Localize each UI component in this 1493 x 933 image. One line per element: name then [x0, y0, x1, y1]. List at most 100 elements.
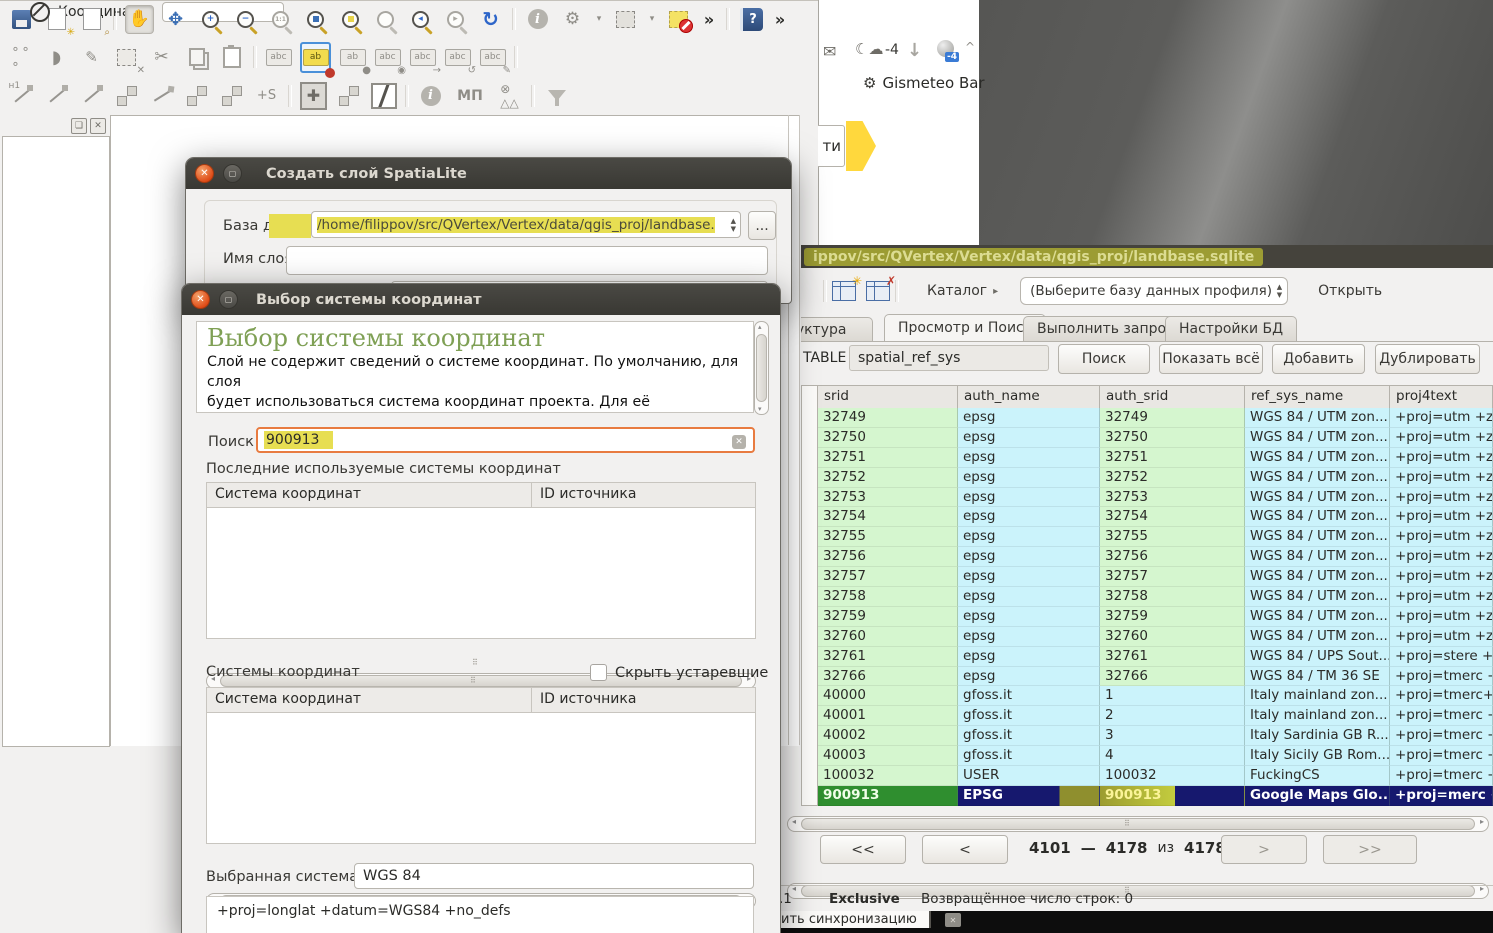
- configure-tools-icon[interactable]: ✎: [78, 44, 105, 71]
- pan-to-selection-icon[interactable]: ✥: [162, 6, 189, 33]
- search-go-button[interactable]: ти: [815, 125, 845, 167]
- table-row[interactable]: 32757 epsg 32757 WGS 84 / UTM zon... +pr…: [818, 567, 1493, 587]
- create-dialog-titlebar[interactable]: ✕ ▢ Создать слой SpatiaLite: [186, 158, 791, 189]
- toolbar-overflow-button[interactable]: »: [773, 6, 787, 33]
- show-hide-labels-icon[interactable]: abc◉: [374, 44, 401, 71]
- table-row[interactable]: 40003 gfoss.it 4 Italy Sicily GB Rom... …: [818, 746, 1493, 766]
- snapping-options-icon[interactable]: ∘∘∘: [8, 44, 35, 71]
- table-row[interactable]: 32756 epsg 32756 WGS 84 / UTM zon... +pr…: [818, 547, 1493, 567]
- crs-table[interactable]: Система координат ID источника: [206, 687, 756, 844]
- layers-panel[interactable]: [2, 136, 110, 747]
- grid-hscrollbar[interactable]: ⠿: [787, 816, 1489, 832]
- copy-features-icon[interactable]: [183, 44, 210, 71]
- dock-close-icon[interactable]: ✕: [90, 118, 106, 134]
- table-row[interactable]: 32753 epsg 32753 WGS 84 / UTM zon... +pr…: [818, 488, 1493, 508]
- zoom-last-icon[interactable]: ◂: [407, 6, 434, 33]
- dock-float-icon[interactable]: ❏: [71, 118, 87, 134]
- collapse-chevron[interactable]: ^: [965, 40, 975, 54]
- maximize-icon[interactable]: ▢: [223, 164, 242, 183]
- download-arrow-icon[interactable]: ↓: [907, 40, 922, 61]
- table-row[interactable]: 32755 epsg 32755 WGS 84 / UTM zon... +pr…: [818, 527, 1493, 547]
- hide-deprecated-control[interactable]: Скрыть устаревшие: [590, 664, 768, 681]
- catalog-menu-button[interactable]: Каталог ▸: [917, 279, 1008, 303]
- zoom-native-icon[interactable]: 1:1: [267, 6, 294, 33]
- tab-db-settings[interactable]: Настройки БД: [1165, 316, 1297, 341]
- next-page-button[interactable]: >: [1221, 835, 1307, 864]
- table-row[interactable]: 32754 epsg 32754 WGS 84 / UTM zon... +pr…: [818, 507, 1493, 527]
- table-row[interactable]: 900913 EPSG 900913 Google Maps Glo... +p…: [818, 786, 1493, 806]
- tab-structure[interactable]: Структура: [801, 317, 873, 341]
- zoom-next-icon[interactable]: ▸: [442, 6, 469, 33]
- first-page-button[interactable]: <<: [820, 835, 906, 864]
- recent-crs-table[interactable]: Система координат ID источника: [206, 482, 756, 639]
- filter-icon[interactable]: [543, 82, 570, 109]
- sqliteman-titlebar[interactable]: ippov/src/QVertex/Vertex/data/qgis_proj/…: [801, 245, 1493, 268]
- change-label-icon[interactable]: abc✎: [479, 44, 506, 71]
- close-icon[interactable]: ✕: [195, 164, 214, 183]
- tab-browse-search[interactable]: Просмотр и Поиск: [884, 314, 1046, 341]
- rotate-label-icon[interactable]: abc↺: [444, 44, 471, 71]
- table-row[interactable]: 32766 epsg 32766 WGS 84 / TM 36 SE +proj…: [818, 667, 1493, 687]
- column-header[interactable]: auth_srid: [1100, 386, 1245, 409]
- column-header[interactable]: proj4text: [1390, 386, 1493, 409]
- table-row[interactable]: 32750 epsg 32750 WGS 84 / UTM zon... +pr…: [818, 428, 1493, 448]
- select-features-icon[interactable]: [612, 6, 639, 33]
- checkbox-icon[interactable]: [590, 664, 607, 681]
- topology-checker-icon[interactable]: ⊗△△: [496, 82, 523, 109]
- splitter-grip[interactable]: ⠿: [472, 658, 479, 667]
- table-row[interactable]: 40000 gfoss.it 1 Italy mainland zon... +…: [818, 686, 1493, 706]
- column-header[interactable]: auth_name: [958, 386, 1100, 409]
- run-feature-action-icon[interactable]: ⚙: [559, 6, 586, 33]
- action-dropdown-arrow[interactable]: ▾: [594, 6, 604, 33]
- column-header[interactable]: Система координат: [207, 688, 532, 712]
- browse-button[interactable]: ...: [748, 211, 776, 240]
- mail-icon[interactable]: ✉: [823, 42, 836, 61]
- paste-features-icon[interactable]: [218, 44, 245, 71]
- column-header[interactable]: ID источника: [532, 483, 754, 507]
- sync-button-fragment[interactable]: ить синхронизацию: [779, 911, 931, 928]
- table-row[interactable]: 40002 gfoss.it 3 Italy Sardinia GB R... …: [818, 726, 1493, 746]
- column-header[interactable]: ID источника: [532, 688, 754, 712]
- split-features-icon[interactable]: [43, 82, 70, 109]
- table-row[interactable]: 32759 epsg 32759 WGS 84 / UTM zon... +pr…: [818, 607, 1493, 627]
- night-cloud-icon[interactable]: ☾☁: [855, 40, 883, 58]
- toolbar-overflow-button[interactable]: »: [700, 6, 718, 33]
- delete-ring-icon[interactable]: [218, 82, 245, 109]
- table-row[interactable]: 32758 epsg 32758 WGS 84 / UTM zon... +pr…: [818, 587, 1493, 607]
- move-label-icon[interactable]: abc→: [409, 44, 436, 71]
- crs-search-input[interactable]: 900913 ✕: [256, 427, 755, 453]
- column-header[interactable]: Система координат: [207, 483, 532, 507]
- gismeteo-bar[interactable]: ⚙ Gismeteo Bar: [863, 74, 985, 92]
- drop-table-icon[interactable]: ✗: [861, 278, 895, 305]
- table-row[interactable]: 32749 epsg 32749 WGS 84 / UTM zon... +pr…: [818, 408, 1493, 428]
- unpin-labels-icon[interactable]: ab●: [339, 44, 366, 71]
- reshape-features-icon[interactable]: [78, 82, 105, 109]
- zoom-in-icon[interactable]: +: [197, 6, 224, 33]
- info-vscrollbar[interactable]: [754, 321, 769, 415]
- zoom-to-layer-icon[interactable]: [372, 6, 399, 33]
- offset-curve-icon[interactable]: +S: [253, 82, 280, 109]
- duplicate-row-button[interactable]: Дублировать: [1375, 344, 1480, 374]
- column-header[interactable]: srid: [818, 386, 958, 409]
- spinner-arrows-icon[interactable]: ▲▼: [731, 217, 736, 233]
- metadata-info-icon[interactable]: i: [417, 82, 444, 109]
- stop-render-icon[interactable]: [30, 2, 50, 22]
- create-table-icon[interactable]: ✳: [827, 278, 861, 305]
- layer-name-input[interactable]: [286, 246, 768, 275]
- taskbar-close-icon[interactable]: ✕: [945, 913, 961, 927]
- cut-features-icon[interactable]: ✂: [148, 44, 175, 71]
- table-row[interactable]: 100032 USER 100032 FuckingCS +proj=tmerc…: [818, 766, 1493, 786]
- show-all-button[interactable]: Показать всё: [1159, 344, 1263, 374]
- merge-features-icon[interactable]: ✚: [300, 82, 327, 109]
- project-properties-icon[interactable]: ⌕: [78, 6, 105, 33]
- node-tool-icon[interactable]: н1: [8, 82, 35, 109]
- pin-labels-icon[interactable]: ab: [300, 42, 331, 73]
- spinner-arrows-icon[interactable]: ▲▼: [1277, 283, 1282, 299]
- close-icon[interactable]: ✕: [191, 290, 210, 309]
- pan-map-tool[interactable]: ✋: [125, 5, 154, 34]
- tab-execute-query[interactable]: Выполнить запрос: [1023, 316, 1188, 341]
- zoom-to-selection-icon[interactable]: [337, 6, 364, 33]
- table-row[interactable]: 40001 gfoss.it 2 Italy mainland zon... +…: [818, 706, 1493, 726]
- simplify-feature-icon[interactable]: ◗: [43, 44, 70, 71]
- zoom-full-icon[interactable]: [302, 6, 329, 33]
